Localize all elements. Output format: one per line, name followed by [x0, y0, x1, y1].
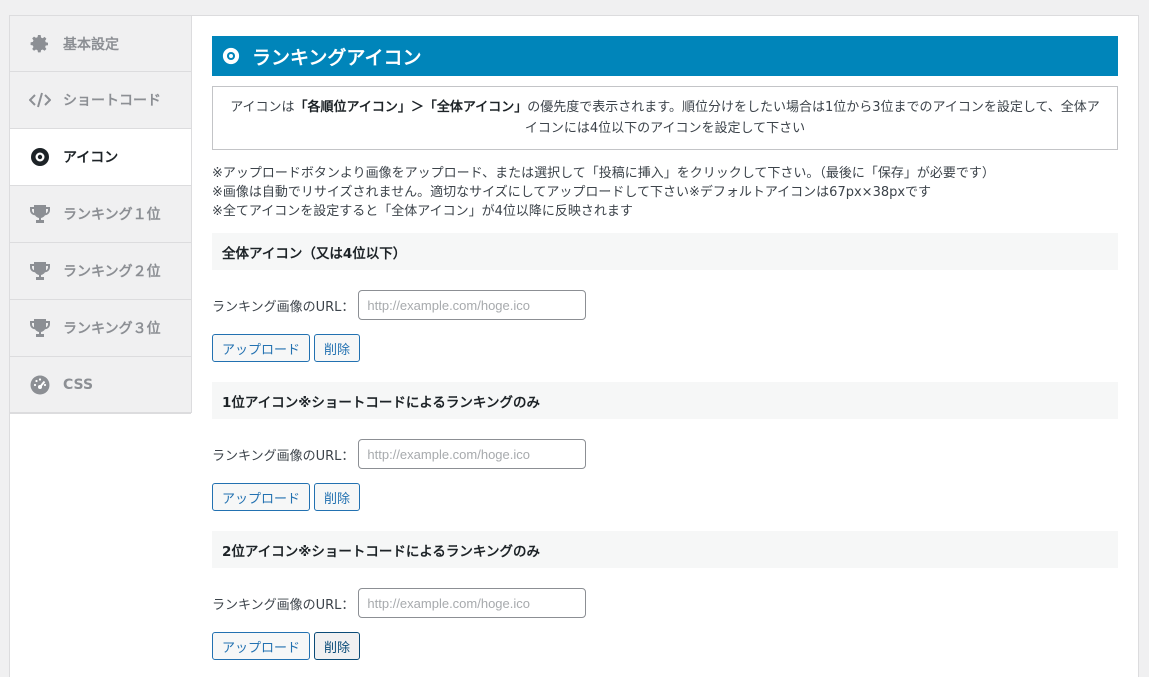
sidebar-item-label: ランキング２位	[63, 264, 161, 280]
note-line: ※アップロードボタンより画像をアップロード、または選択して「投稿に挿入」をクリッ…	[212, 166, 995, 181]
button-row: アップロード 削除	[212, 632, 1118, 660]
dashboard-icon	[29, 374, 51, 396]
url-field-label: ランキング画像のURL：	[212, 597, 355, 613]
sidebar-item-label: ランキング１位	[63, 207, 161, 223]
url-field-label: ランキング画像のURL：	[212, 448, 355, 464]
notice-prefix: アイコンは	[230, 100, 295, 115]
url-input[interactable]	[358, 439, 587, 469]
main-content: ランキングアイコン アイコンは「各順位アイコン」＞「全体アイコン」の優先度で表示…	[212, 36, 1118, 660]
delete-button[interactable]: 削除	[314, 632, 361, 660]
note-line: ※全てアイコンを設定すると「全体アイコン」が4位以降に反映されます	[212, 204, 633, 219]
sidebar-item-basic-settings[interactable]: 基本設定	[10, 15, 191, 72]
notice-emphasis: 「各順位アイコン」＞「全体アイコン」	[294, 100, 528, 115]
url-field-row: ランキング画像のURL：	[212, 439, 1118, 469]
url-field-row: ランキング画像のURL：	[212, 290, 1118, 320]
upload-button[interactable]: アップロード	[212, 334, 311, 362]
section-heading: 全体アイコン（又は4位以下）	[212, 233, 1118, 270]
sidebar-item-label: ショートコード	[63, 93, 161, 109]
trophy-icon	[29, 317, 51, 339]
sidebar-item-ranking-2[interactable]: ランキング２位	[10, 243, 191, 300]
section-rank1-icon: 1位アイコン※ショートコードによるランキングのみ ランキング画像のURL： アッ…	[212, 382, 1118, 511]
sidebar-item-ranking-3[interactable]: ランキング３位	[10, 300, 191, 357]
section-rank2-icon: 2位アイコン※ショートコードによるランキングのみ ランキング画像のURL： アッ…	[212, 531, 1118, 660]
sidebar-item-label: 基本設定	[63, 36, 119, 53]
note-line: ※画像は自動でリサイズされません。適切なサイズにしてアップロードして下さい※デフ…	[212, 185, 932, 200]
gear-icon	[29, 33, 51, 55]
eye-icon	[29, 146, 51, 168]
sidebar-item-shortcode[interactable]: ショートコード	[10, 72, 191, 129]
section-heading: 2位アイコン※ショートコードによるランキングのみ	[212, 531, 1118, 568]
instruction-notes: ※アップロードボタンより画像をアップロード、または選択して「投稿に挿入」をクリッ…	[212, 164, 1118, 221]
button-row: アップロード 削除	[212, 334, 1118, 362]
page-title-text: ランキングアイコン	[252, 46, 422, 69]
sidebar-item-label: CSS	[63, 377, 94, 393]
url-field-label: ランキング画像のURL：	[212, 299, 355, 315]
trophy-icon	[29, 260, 51, 282]
url-input[interactable]	[358, 290, 587, 320]
code-icon	[29, 89, 51, 111]
sidebar-item-ranking-1[interactable]: ランキング１位	[10, 186, 191, 243]
delete-button[interactable]: 削除	[314, 483, 361, 511]
trophy-icon	[29, 203, 51, 225]
button-row: アップロード 削除	[212, 483, 1118, 511]
notice-suffix: の優先度で表示されます。順位分けをしたい場合は1位から3位までのアイコンを設定し…	[524, 100, 1100, 136]
section-all-icon: 全体アイコン（又は4位以下） ランキング画像のURL： アップロード 削除	[212, 233, 1118, 362]
sidebar-item-icon[interactable]: アイコン	[10, 129, 191, 186]
priority-notice: アイコンは「各順位アイコン」＞「全体アイコン」の優先度で表示されます。順位分けを…	[212, 86, 1118, 150]
page-title: ランキングアイコン	[212, 36, 1118, 76]
delete-button[interactable]: 削除	[314, 334, 361, 362]
upload-button[interactable]: アップロード	[212, 632, 311, 660]
eye-icon	[222, 47, 240, 65]
sidebar-item-label: アイコン	[63, 150, 119, 166]
settings-sidebar: 基本設定 ショートコード アイコン ランキング１位 ランキング２位 ランキング３…	[9, 15, 192, 414]
url-input[interactable]	[358, 588, 587, 618]
url-field-row: ランキング画像のURL：	[212, 588, 1118, 618]
section-heading: 1位アイコン※ショートコードによるランキングのみ	[212, 382, 1118, 419]
sidebar-item-label: ランキング３位	[63, 321, 161, 337]
sidebar-item-css[interactable]: CSS	[10, 357, 191, 414]
upload-button[interactable]: アップロード	[212, 483, 311, 511]
